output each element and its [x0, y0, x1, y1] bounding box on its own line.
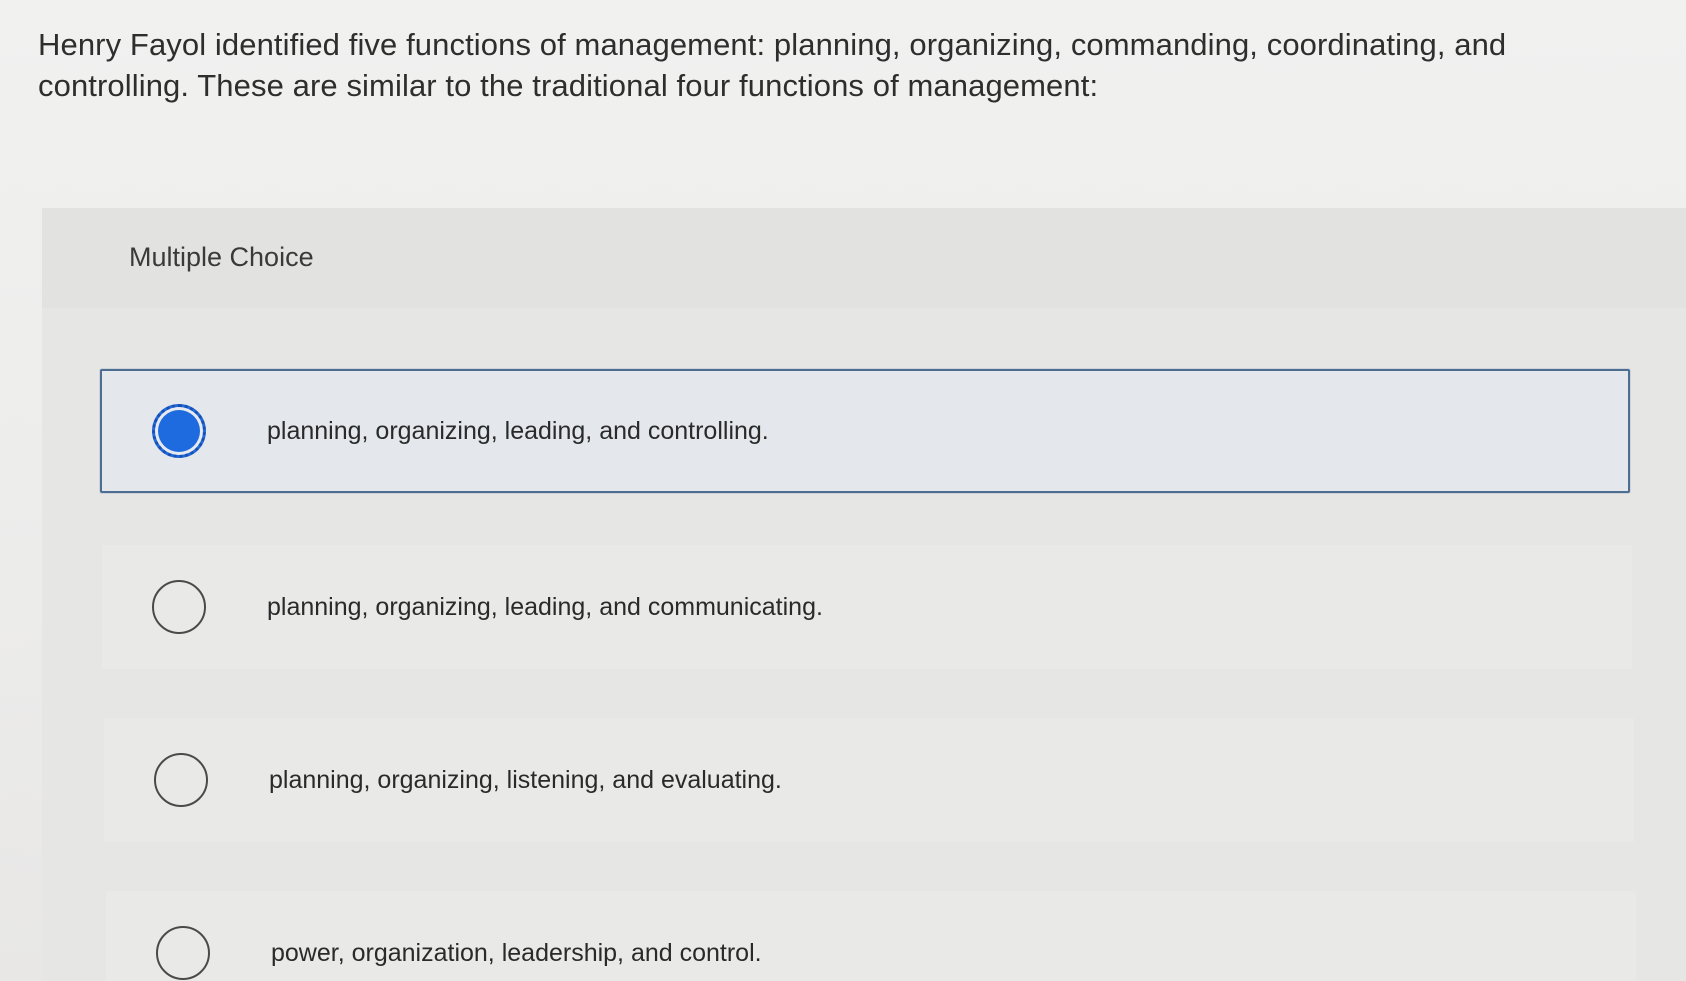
- question-text: Henry Fayol identified five functions of…: [38, 27, 1507, 103]
- radio-unselected-icon[interactable]: [156, 926, 210, 980]
- radio-unselected-icon[interactable]: [152, 580, 206, 634]
- multiple-choice-label: Multiple Choice: [129, 242, 314, 272]
- multiple-choice-header: Multiple Choice: [42, 208, 1686, 308]
- choice-option-label: planning, organizing, leading, and commu…: [267, 592, 823, 621]
- radio-selected-icon[interactable]: [152, 404, 206, 458]
- choice-option-3[interactable]: planning, organizing, listening, and eva…: [104, 718, 1634, 842]
- choice-option-label: planning, organizing, listening, and eva…: [269, 765, 782, 794]
- choice-option-label: planning, organizing, leading, and contr…: [267, 416, 769, 445]
- choice-option-1[interactable]: planning, organizing, leading, and contr…: [100, 369, 1630, 493]
- multiple-choice-panel: Multiple Choice planning, organizing, le…: [42, 208, 1686, 981]
- choice-option-2[interactable]: planning, organizing, leading, and commu…: [102, 545, 1632, 669]
- choice-option-label: power, organization, leadership, and con…: [271, 938, 762, 967]
- radio-unselected-icon[interactable]: [154, 753, 208, 807]
- choice-option-4[interactable]: power, organization, leadership, and con…: [106, 891, 1636, 981]
